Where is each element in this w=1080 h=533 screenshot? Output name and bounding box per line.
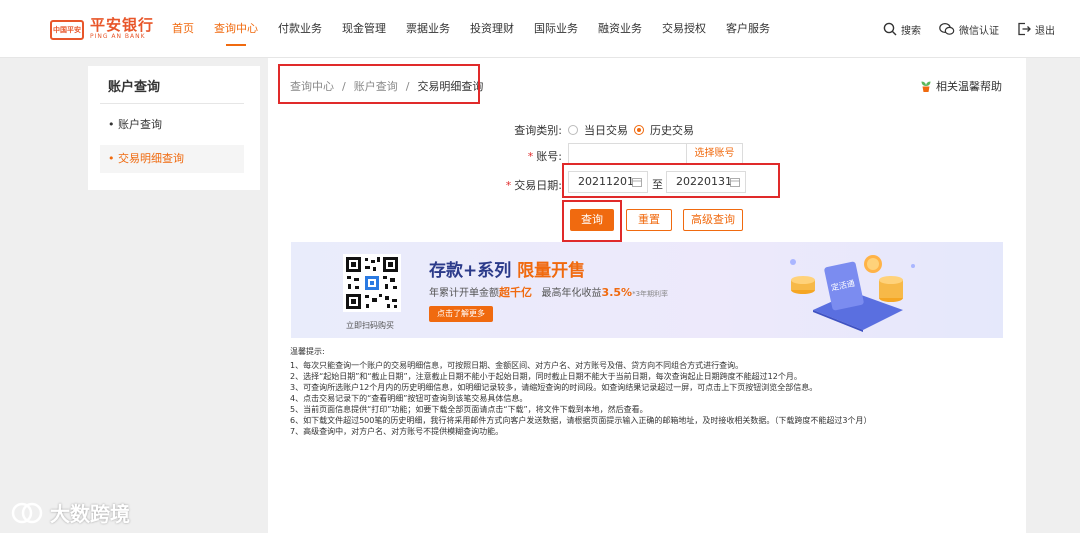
tip-line: 3、可查询所选账户12个月内的历史明细信息，如明细记录较多，请缩短查询的时间段。…: [290, 383, 818, 392]
logout-label: 退出: [1035, 25, 1055, 37]
query-type-label: 查询类别:: [514, 124, 562, 137]
promo-banner[interactable]: 立即扫码购买 存款+系列 限量开售 年累计开单金额超千亿 最高年化收益3.5%*…: [291, 242, 1003, 338]
nav-authorization[interactable]: 交易授权: [662, 0, 706, 58]
radio-history-label: 历史交易: [650, 124, 694, 137]
nav-bills[interactable]: 票据业务: [406, 0, 450, 58]
bank-logo[interactable]: 中国平安 平安银行 PING AN BANK: [50, 18, 154, 41]
sidebar-item-label: 账户查询: [118, 118, 162, 131]
qr-code-icon: [343, 254, 401, 312]
watermark: 大数跨境: [10, 498, 130, 527]
wechat-tool[interactable]: 微信认证: [939, 22, 999, 37]
logo-name-en: PING AN BANK: [90, 33, 146, 40]
main-panel: 查询中心 / 账户查询 / 交易明细查询 相关温馨帮助 查询类别: 当日交易 历史交易 …: [268, 58, 1026, 533]
tip-line: 2、选择“起始日期”和“截止日期”，注意截止日期不能小于起始日期，同时截止日期不…: [290, 372, 802, 381]
logo-name-cn: 平安银行: [90, 16, 155, 34]
date-label: * 交易日期:: [505, 179, 562, 192]
plant-icon: [921, 81, 931, 92]
nav-cash-management[interactable]: 现金管理: [342, 0, 386, 58]
wechat-label: 微信认证: [959, 25, 999, 37]
tips-section: 温馨提示: 1、每次只能查询一个账户的交易明细信息，可按照日期、金额区间、对方户…: [290, 346, 1010, 437]
highlight-box-query: [562, 200, 622, 242]
nav-financing[interactable]: 融资业务: [598, 0, 642, 58]
banner-subtitle: 年累计开单金额超千亿 最高年化收益3.5%*3年期利率: [429, 286, 669, 299]
account-label: * 账号:: [527, 150, 562, 163]
radio-history[interactable]: 历史交易: [634, 122, 694, 138]
watermark-logo-icon: [11, 502, 43, 523]
wechat-icon: [939, 22, 955, 35]
search-icon: [883, 22, 897, 36]
banner-learn-more-button[interactable]: 点击了解更多: [429, 306, 493, 322]
advanced-query-button[interactable]: 高级查询: [683, 209, 743, 231]
select-account-link[interactable]: 选择账号: [686, 144, 742, 164]
nav-international[interactable]: 国际业务: [534, 0, 578, 58]
account-input[interactable]: 选择账号: [568, 143, 743, 165]
reset-button[interactable]: 重置: [626, 209, 672, 231]
sidebar-item-transaction-detail[interactable]: • 交易明细查询: [100, 145, 244, 173]
help-label: 相关温馨帮助: [936, 80, 1002, 93]
radio-today[interactable]: 当日交易: [568, 122, 628, 138]
radio-today-label: 当日交易: [584, 124, 628, 137]
coin-stack-illustration: 定活通: [790, 255, 915, 332]
banner-title: 存款+系列 限量开售: [429, 261, 586, 281]
highlight-box-date: [562, 163, 780, 198]
required-mark: *: [505, 179, 512, 192]
watermark-text: 大数跨境: [50, 502, 130, 526]
main-nav: 首页 查询中心 付款业务 现金管理 票据业务 投资理财 国际业务 融资业务 交易…: [172, 0, 790, 58]
header-tools: 搜索 微信认证 退出: [865, 0, 1055, 58]
nav-customer-service[interactable]: 客户服务: [726, 0, 770, 58]
sidebar-title: 账户查询: [108, 80, 161, 95]
top-header: 中国平安 平安银行 PING AN BANK 首页 查询中心 付款业务 现金管理…: [0, 0, 1080, 58]
tip-line: 7、高级查询中，对方户名、对方账号不提供模糊查询功能。: [290, 427, 504, 436]
qr-caption: 立即扫码购买: [346, 321, 394, 330]
tip-line: 1、每次只能查询一个账户的交易明细信息，可按照日期、金额区间、对方户名、对方账号…: [290, 361, 744, 370]
bullet-icon: •: [108, 118, 115, 131]
sidebar: 账户查询 • 账户查询 • 交易明细查询: [88, 66, 260, 190]
logout-tool[interactable]: 退出: [1017, 22, 1055, 37]
tip-line: 6、如下载文件超过500笔的历史明细，我行将采用邮件方式向客户发送数据，请根据页…: [290, 416, 872, 425]
bullet-icon: •: [108, 152, 115, 165]
nav-home[interactable]: 首页: [172, 0, 194, 58]
search-tool[interactable]: 搜索: [883, 22, 921, 37]
nav-investment[interactable]: 投资理财: [470, 0, 514, 58]
sidebar-divider: [100, 103, 244, 104]
search-label: 搜索: [901, 25, 921, 37]
required-mark: *: [527, 150, 534, 163]
radio-circle-selected: [634, 125, 644, 135]
tip-line: 5、当前页面信息提供“打印”功能；如要下载全部页面请点击“下载”，将文件下载到本…: [290, 405, 648, 414]
nav-query-center[interactable]: 查询中心: [214, 0, 258, 58]
radio-circle: [568, 125, 578, 135]
tips-title: 温馨提示:: [290, 347, 325, 356]
nav-payment[interactable]: 付款业务: [278, 0, 322, 58]
logo-mark: 中国平安: [50, 19, 84, 40]
sidebar-item-account-query[interactable]: • 账户查询: [100, 111, 244, 139]
logout-icon: [1018, 22, 1031, 36]
sidebar-item-label: 交易明细查询: [118, 152, 184, 165]
highlight-box-breadcrumb: [278, 64, 480, 104]
tip-line: 4、点击交易记录下的“查看明细”按钮可查询到该笔交易具体信息。: [290, 394, 528, 403]
help-link[interactable]: 相关温馨帮助: [920, 78, 1002, 94]
